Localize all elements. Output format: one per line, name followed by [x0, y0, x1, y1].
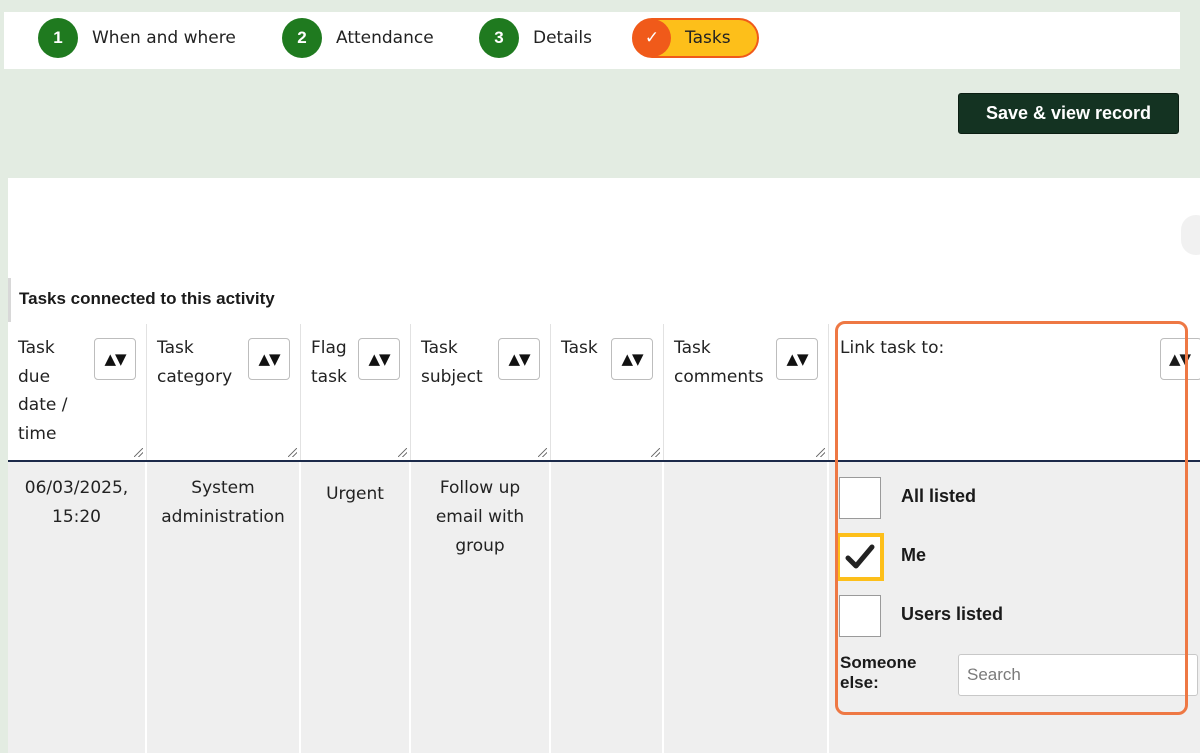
step-tasks-active[interactable]: ✓ Tasks [632, 18, 759, 58]
cell-text: System administration [161, 478, 285, 527]
all-listed-label: All listed [901, 486, 977, 506]
cell-flag: Urgent [301, 462, 411, 753]
users-listed-label: Users listed [901, 604, 1004, 624]
column-header-label: Task comments [674, 338, 764, 387]
sort-button[interactable]: ▲▼ [94, 338, 136, 380]
sort-button[interactable]: ▲▼ [498, 338, 540, 380]
link-task-column: Link task to: ▲▼ All listed Me Users lis… [829, 324, 1200, 753]
sort-button[interactable]: ▲▼ [1160, 338, 1200, 380]
column-header-label: Task [561, 338, 598, 358]
resize-handle[interactable] [816, 448, 825, 457]
step-attendance[interactable]: 2 Attendance [282, 18, 434, 58]
step-label: Tasks [685, 28, 731, 48]
me-label: Me [901, 545, 927, 565]
column-header-label: Task category [157, 338, 233, 387]
someone-else-search-input[interactable] [958, 654, 1198, 696]
progress-stepper: 1 When and where 2 Attendance 3 Details … [4, 12, 1180, 69]
sort-button[interactable]: ▲▼ [248, 338, 290, 380]
column-header-flag: Flag task ▲▼ [301, 324, 411, 460]
sort-button[interactable]: ▲▼ [611, 338, 653, 380]
resize-handle[interactable] [398, 448, 407, 457]
column-header-comments: Task comments ▲▼ [664, 324, 829, 460]
cell-comments [664, 462, 829, 753]
me-checkbox[interactable] [836, 533, 884, 581]
cell-due-date: 06/03/2025, 15:20 [8, 462, 147, 753]
column-header-category: Task category ▲▼ [147, 324, 301, 460]
link-task-options: All listed Me Users listed Someone else: [829, 462, 1200, 753]
someone-else-label: Someone else: [840, 653, 917, 692]
resize-handle[interactable] [651, 448, 660, 457]
save-and-view-record-button[interactable]: Save & view record [958, 93, 1179, 134]
sort-button[interactable]: ▲▼ [776, 338, 818, 380]
column-header-subject: Task subject ▲▼ [411, 324, 551, 460]
column-header-task: Task ▲▼ [551, 324, 664, 460]
resize-handle[interactable] [134, 448, 143, 457]
users-listed-checkbox[interactable] [839, 595, 881, 637]
step-number: 1 [38, 18, 78, 58]
column-header-label: Flag task [311, 338, 347, 387]
step-number: 3 [479, 18, 519, 58]
link-task-title: Link task to: [840, 338, 945, 358]
step-label: When and where [92, 28, 236, 48]
table-caption: Tasks connected to this activity [19, 289, 275, 308]
sort-button[interactable]: ▲▼ [358, 338, 400, 380]
cell-category: System administration [147, 462, 301, 753]
cell-subject: Follow up email with group [411, 462, 551, 753]
step-details[interactable]: 3 Details [479, 18, 592, 58]
step-number: 2 [282, 18, 322, 58]
column-header-label: Task subject [421, 338, 483, 387]
all-listed-checkbox[interactable] [839, 477, 881, 519]
link-task-header: Link task to: ▲▼ [829, 324, 1200, 460]
resize-handle[interactable] [538, 448, 547, 457]
caption-divider [8, 278, 11, 322]
column-header-due-date: Task due date / time ▲▼ [8, 324, 147, 460]
cell-text: Urgent [326, 484, 384, 504]
checkmark-icon [840, 537, 880, 577]
check-icon: ✓ [633, 19, 671, 57]
step-when-and-where[interactable]: 1 When and where [38, 18, 236, 58]
step-label: Details [533, 28, 592, 48]
column-header-label: Task due date / time [18, 338, 68, 444]
cell-text: 06/03/2025, 15:20 [24, 478, 129, 527]
cell-text: Follow up email with group [435, 478, 525, 556]
resize-handle[interactable] [288, 448, 297, 457]
step-label: Attendance [336, 28, 434, 48]
scroll-handle[interactable] [1181, 215, 1200, 255]
cell-task [551, 462, 664, 753]
